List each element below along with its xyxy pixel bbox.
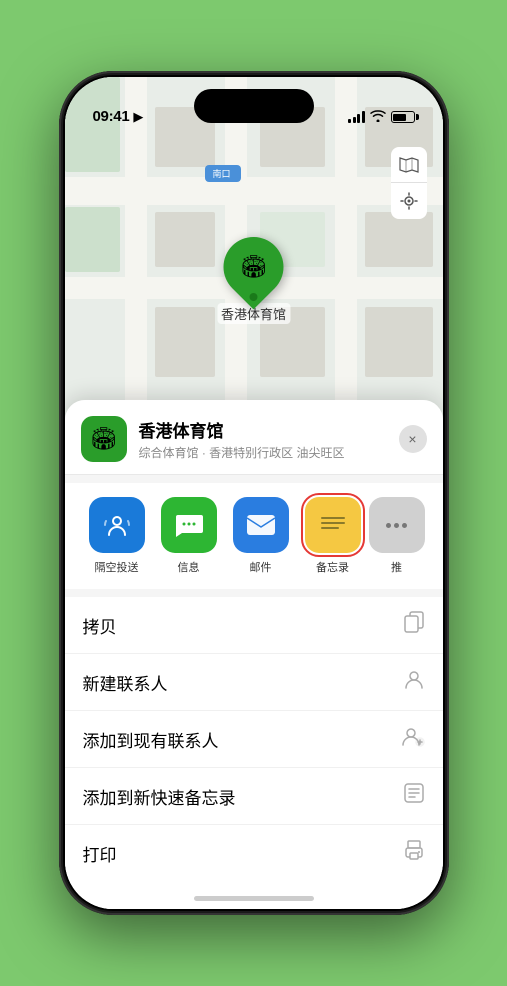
copy-icon (403, 611, 425, 639)
status-time: 09:41 (93, 108, 130, 125)
share-messages[interactable]: 信息 (153, 497, 225, 575)
messages-label: 信息 (178, 559, 200, 575)
new-contact-icon (403, 668, 425, 696)
dynamic-island (194, 89, 314, 123)
print-label: 打印 (83, 841, 117, 866)
action-list: 拷贝 新建联系人 (65, 597, 443, 881)
bottom-sheet: 🏟 香港体育馆 综合体育馆 · 香港特别行政区 油尖旺区 × (65, 400, 443, 909)
mail-icon (233, 497, 289, 553)
action-quick-note[interactable]: 添加到新快速备忘录 (65, 768, 443, 825)
south-entrance-label: 南口 南口 (205, 165, 241, 182)
more-icon (369, 497, 425, 553)
add-to-contact-icon (401, 725, 425, 753)
new-contact-label: 新建联系人 (83, 670, 168, 695)
share-notes[interactable]: 备忘录 (297, 497, 369, 575)
airdrop-icon (89, 497, 145, 553)
venue-info: 香港体育馆 综合体育馆 · 香港特别行政区 油尖旺区 (139, 417, 387, 461)
share-mail[interactable]: 邮件 (225, 497, 297, 575)
close-button[interactable]: × (399, 425, 427, 453)
status-icons (348, 109, 415, 125)
notes-label: 备忘录 (316, 559, 349, 575)
share-row: 隔空投送 信息 (65, 483, 443, 589)
location-button[interactable] (391, 183, 427, 219)
add-to-contact-label: 添加到现有联系人 (83, 727, 219, 752)
notes-icon (305, 497, 361, 553)
battery-icon (391, 111, 415, 123)
more-label: 推 (391, 559, 402, 575)
quick-note-label: 添加到新快速备忘录 (83, 784, 236, 809)
action-new-contact[interactable]: 新建联系人 (65, 654, 443, 711)
airdrop-label: 隔空投送 (95, 559, 139, 575)
home-indicator (194, 896, 314, 901)
venue-header: 🏟 香港体育馆 综合体育馆 · 香港特别行政区 油尖旺区 × (65, 400, 443, 475)
action-print[interactable]: 打印 (65, 825, 443, 881)
print-icon (403, 839, 425, 867)
venue-description: 综合体育馆 · 香港特别行政区 油尖旺区 (139, 444, 387, 461)
map-controls (391, 147, 427, 219)
copy-label: 拷贝 (83, 613, 117, 638)
venue-name: 香港体育馆 (139, 417, 387, 442)
action-copy[interactable]: 拷贝 (65, 597, 443, 654)
share-more[interactable]: 推 (369, 497, 425, 575)
location-pin: 🏟 香港体育馆 (217, 237, 290, 324)
share-airdrop[interactable]: 隔空投送 (81, 497, 153, 575)
mail-label: 邮件 (250, 559, 272, 575)
location-arrow-icon: ▶ (133, 109, 143, 125)
phone-frame: 09:41 ▶ (59, 71, 449, 915)
venue-icon: 🏟 (81, 416, 127, 462)
signal-icon (348, 111, 365, 123)
action-add-to-contact[interactable]: 添加到现有联系人 (65, 711, 443, 768)
messages-icon (161, 497, 217, 553)
map-type-button[interactable] (391, 147, 427, 183)
phone-screen: 09:41 ▶ (65, 77, 443, 909)
wifi-icon (370, 109, 386, 125)
quick-note-icon (403, 782, 425, 810)
